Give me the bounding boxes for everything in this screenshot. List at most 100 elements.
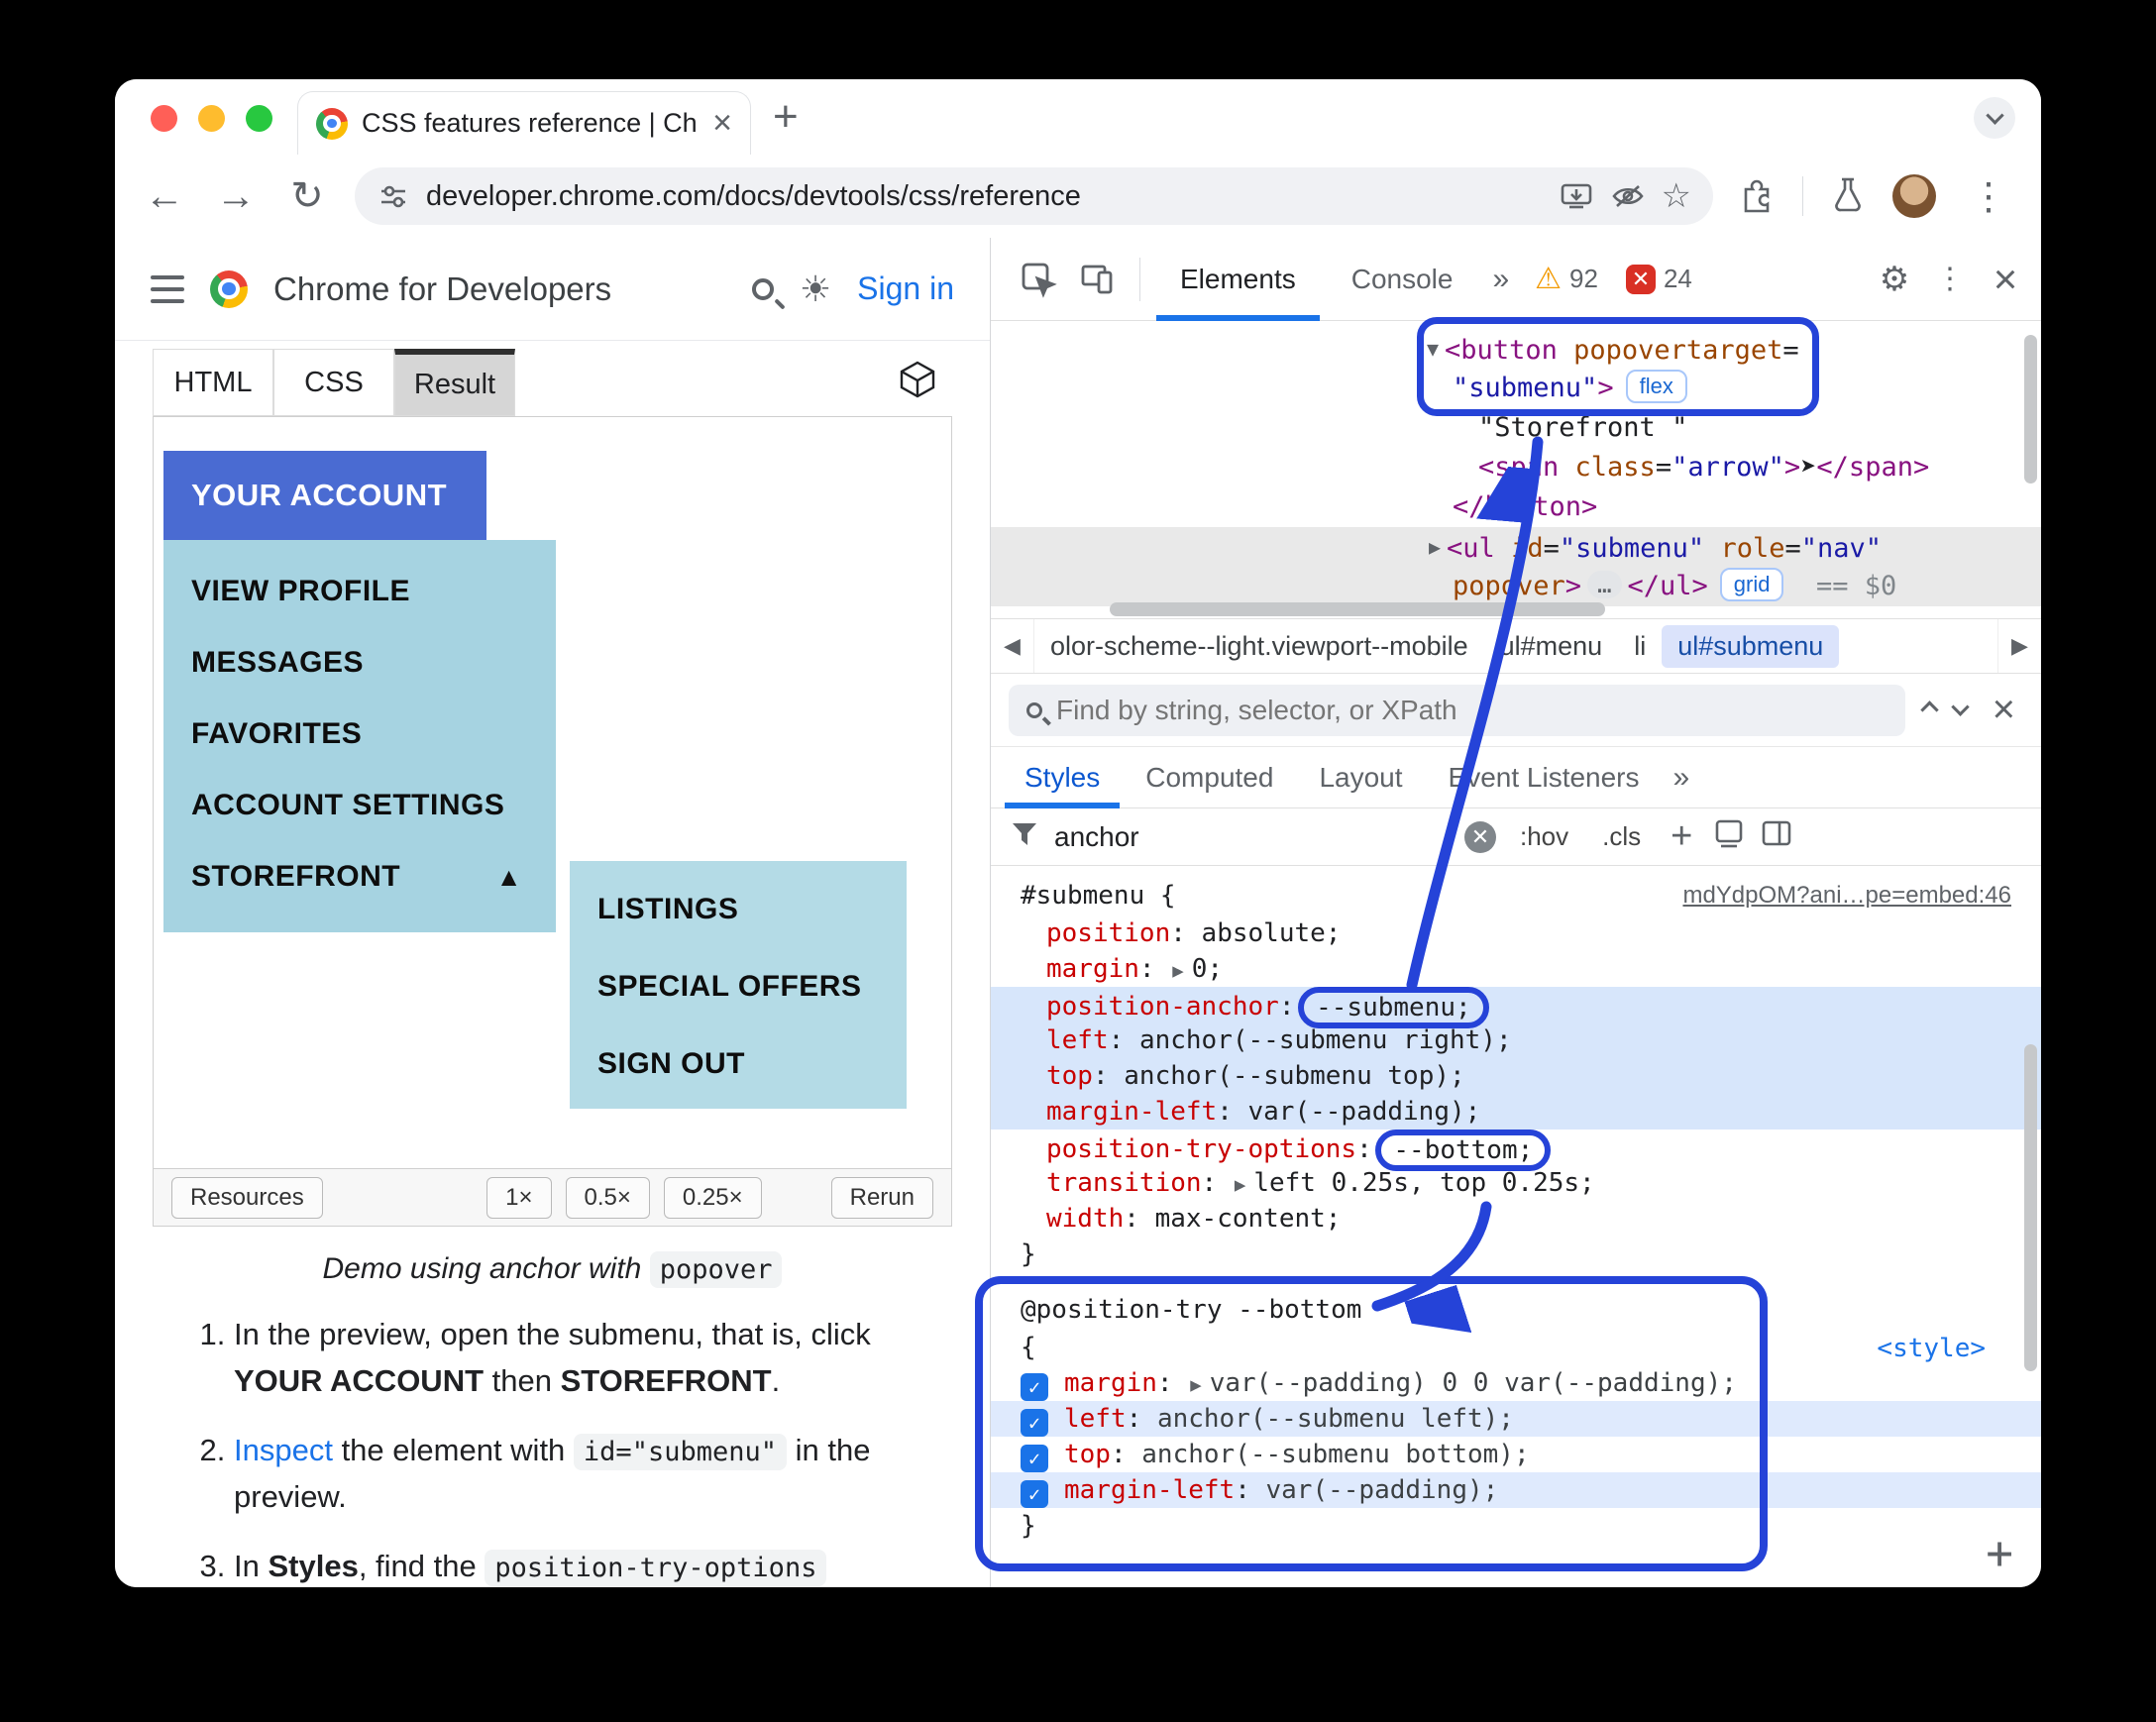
elements-tree-line[interactable]: "submenu"> flex (991, 369, 2041, 408)
property-checkbox-checked[interactable]: ✓ (1021, 1445, 1048, 1472)
url-input[interactable] (426, 179, 1543, 213)
elements-tree-line[interactable]: popover>… </ul> grid == $0 (991, 567, 2041, 606)
submenu-item-listings[interactable]: LISTINGS (570, 871, 907, 948)
selected-element-rows[interactable]: ▶ <ul id="submenu" role="nav" popover>… </… (991, 527, 2041, 606)
zoom-1x-button[interactable]: 1× (486, 1176, 552, 1219)
tab-styles[interactable]: Styles (1005, 747, 1120, 808)
expand-arrow-icon[interactable]: ▶ (1188, 1374, 1209, 1396)
menu-item-account-settings[interactable]: ACCOUNT SETTINGS (163, 770, 556, 841)
style-property[interactable]: width: max-content; (991, 1201, 2041, 1237)
expand-arrow-icon[interactable]: ▶ (1170, 960, 1191, 982)
tab-html[interactable]: HTML (153, 349, 273, 416)
reading-mode-eye-icon[interactable] (1610, 179, 1646, 213)
elements-tree-line[interactable]: <span class="arrow">➤</span> (991, 448, 2041, 487)
elements-tree-line[interactable]: ▶ <ul id="submenu" role="nav" (991, 527, 2041, 567)
device-toolbar-icon[interactable] (1072, 261, 1124, 298)
style-property[interactable]: position: absolute; (991, 915, 2041, 951)
property-checkbox-checked[interactable]: ✓ (1021, 1409, 1048, 1437)
find-next-icon[interactable] (1950, 698, 1970, 716)
styles-vertical-scrollbar[interactable] (2024, 1044, 2037, 1371)
styles-filter-input[interactable] (1054, 820, 1451, 853)
address-bar[interactable]: ☆ (355, 167, 1713, 225)
find-input[interactable] (1056, 694, 1887, 726)
search-icon[interactable] (751, 277, 774, 300)
style-property-position-anchor[interactable]: position-anchor: --submenu; (991, 987, 2041, 1028)
new-tab-button[interactable]: + (773, 93, 799, 141)
close-window-button[interactable] (151, 105, 177, 132)
browser-menu-icon[interactable]: ⋮ (1962, 174, 2015, 219)
find-input-pill[interactable] (1009, 684, 1905, 736)
rendering-emulation-icon[interactable] (1712, 816, 1746, 857)
submenu-item-sign-out[interactable]: SIGN OUT (570, 1025, 907, 1103)
back-button[interactable]: ← (141, 174, 188, 219)
breadcrumb-scroll-left-icon[interactable]: ◀ (991, 619, 1034, 673)
tab-search-button[interactable] (1974, 97, 2015, 139)
bookmark-star-icon[interactable]: ☆ (1662, 176, 1691, 216)
rerun-button[interactable]: Rerun (830, 1176, 933, 1219)
toggle-hover-state-button[interactable]: :hov (1510, 817, 1578, 856)
theme-toggle-sun-icon[interactable]: ☀ (800, 269, 831, 310)
browser-tab[interactable]: CSS features reference | Chr × (297, 91, 751, 155)
devtools-tab-console[interactable]: Console (1328, 238, 1477, 321)
position-try-property[interactable]: ✓ top: anchor(--submenu bottom); (991, 1437, 2041, 1472)
chrome-labs-flask-icon[interactable] (1829, 174, 1867, 219)
expand-arrow-icon[interactable]: ▶ (1233, 1174, 1253, 1196)
vertical-scrollbar[interactable] (2024, 335, 2037, 484)
breadcrumb-item-li[interactable]: li (1618, 625, 1662, 668)
chrome-developers-logo[interactable] (210, 269, 248, 308)
menu-item-favorites[interactable]: FAVORITES (163, 699, 556, 770)
style-property[interactable]: margin: ▶ 0; (991, 951, 2041, 987)
devtools-menu-icon[interactable]: ⋮ (1924, 262, 1976, 296)
sidebar-position-icon[interactable] (1760, 816, 1793, 857)
property-checkbox-checked[interactable]: ✓ (1021, 1373, 1048, 1401)
resources-button[interactable]: Resources (171, 1176, 323, 1219)
codepen-icon[interactable] (897, 359, 938, 405)
style-property[interactable]: top: anchor(--submenu top); (991, 1058, 2041, 1094)
clear-filter-icon[interactable]: ✕ (1464, 820, 1496, 853)
more-panels-chevron-icon[interactable]: » (1484, 263, 1517, 296)
tab-event-listeners[interactable]: Event Listeners (1429, 747, 1660, 808)
more-tabs-chevron-icon[interactable]: » (1666, 761, 1698, 795)
inline-link[interactable]: Inspect (234, 1433, 333, 1467)
menu-item-messages[interactable]: MESSAGES (163, 627, 556, 699)
minimize-window-button[interactable] (198, 105, 225, 132)
style-property-position-try-options[interactable]: position-try-options: --bottom; (991, 1130, 2041, 1171)
warnings-badge[interactable]: ⚠ 92 (1525, 262, 1608, 296)
close-devtools-icon[interactable]: × (1980, 256, 2031, 303)
hamburger-menu-icon[interactable] (151, 274, 184, 303)
reload-button[interactable]: ↻ (283, 173, 331, 219)
horizontal-scrollbar[interactable] (1110, 602, 1605, 616)
menu-item-storefront[interactable]: STOREFRONT ▲ (163, 841, 556, 913)
tab-close-icon[interactable]: × (712, 104, 732, 143)
tab-result[interactable]: Result (394, 349, 515, 416)
style-element-link[interactable]: <style> (1877, 1334, 1986, 1363)
breadcrumb-scroll-right-icon[interactable]: ▶ (1997, 619, 2041, 673)
tab-layout[interactable]: Layout (1299, 747, 1422, 808)
style-property[interactable]: left: anchor(--submenu right); (991, 1022, 2041, 1058)
rule-selector-row[interactable]: #submenu { mdYdpOM?ani…pe=embed:46 (991, 876, 2041, 915)
inspect-element-icon[interactable] (1013, 261, 1064, 298)
breadcrumb-item[interactable]: olor-scheme--light.viewport--mobile (1034, 625, 1484, 668)
fullscreen-window-button[interactable] (246, 105, 272, 132)
position-try-at-rule[interactable]: @position-try --bottom (991, 1290, 2041, 1330)
extensions-puzzle-icon[interactable] (1737, 174, 1777, 219)
your-account-button[interactable]: YOUR ACCOUNT (163, 451, 486, 540)
forward-button[interactable]: → (212, 174, 260, 219)
stylesheet-source-link[interactable]: mdYdpOM?ani…pe=embed:46 (1682, 876, 2011, 915)
sign-in-link[interactable]: Sign in (857, 270, 954, 307)
breadcrumb-item-ul-menu[interactable]: ul#menu (1484, 625, 1619, 668)
zoom-05x-button[interactable]: 0.5× (565, 1176, 650, 1219)
breadcrumb-item-ul-submenu[interactable]: ul#submenu (1662, 624, 1840, 668)
settings-gear-icon[interactable]: ⚙ (1869, 260, 1920, 299)
elements-tree-line[interactable]: </button> (991, 487, 2041, 527)
property-checkbox-checked[interactable]: ✓ (1021, 1480, 1048, 1508)
zoom-025x-button[interactable]: 0.25× (663, 1176, 762, 1219)
devtools-tab-elements[interactable]: Elements (1156, 238, 1320, 321)
install-app-icon[interactable] (1559, 179, 1594, 213)
position-try-property[interactable]: ✓ margin: ▶ var(--padding) 0 0 var(--paddi… (991, 1365, 2041, 1401)
style-property[interactable]: transition: ▶ left 0.25s, top 0.25s; (991, 1165, 2041, 1201)
find-close-icon[interactable]: × (1985, 688, 2023, 732)
new-style-rule-icon[interactable]: + (1665, 815, 1698, 858)
menu-item-view-profile[interactable]: VIEW PROFILE (163, 556, 556, 627)
tab-css[interactable]: CSS (273, 349, 394, 416)
